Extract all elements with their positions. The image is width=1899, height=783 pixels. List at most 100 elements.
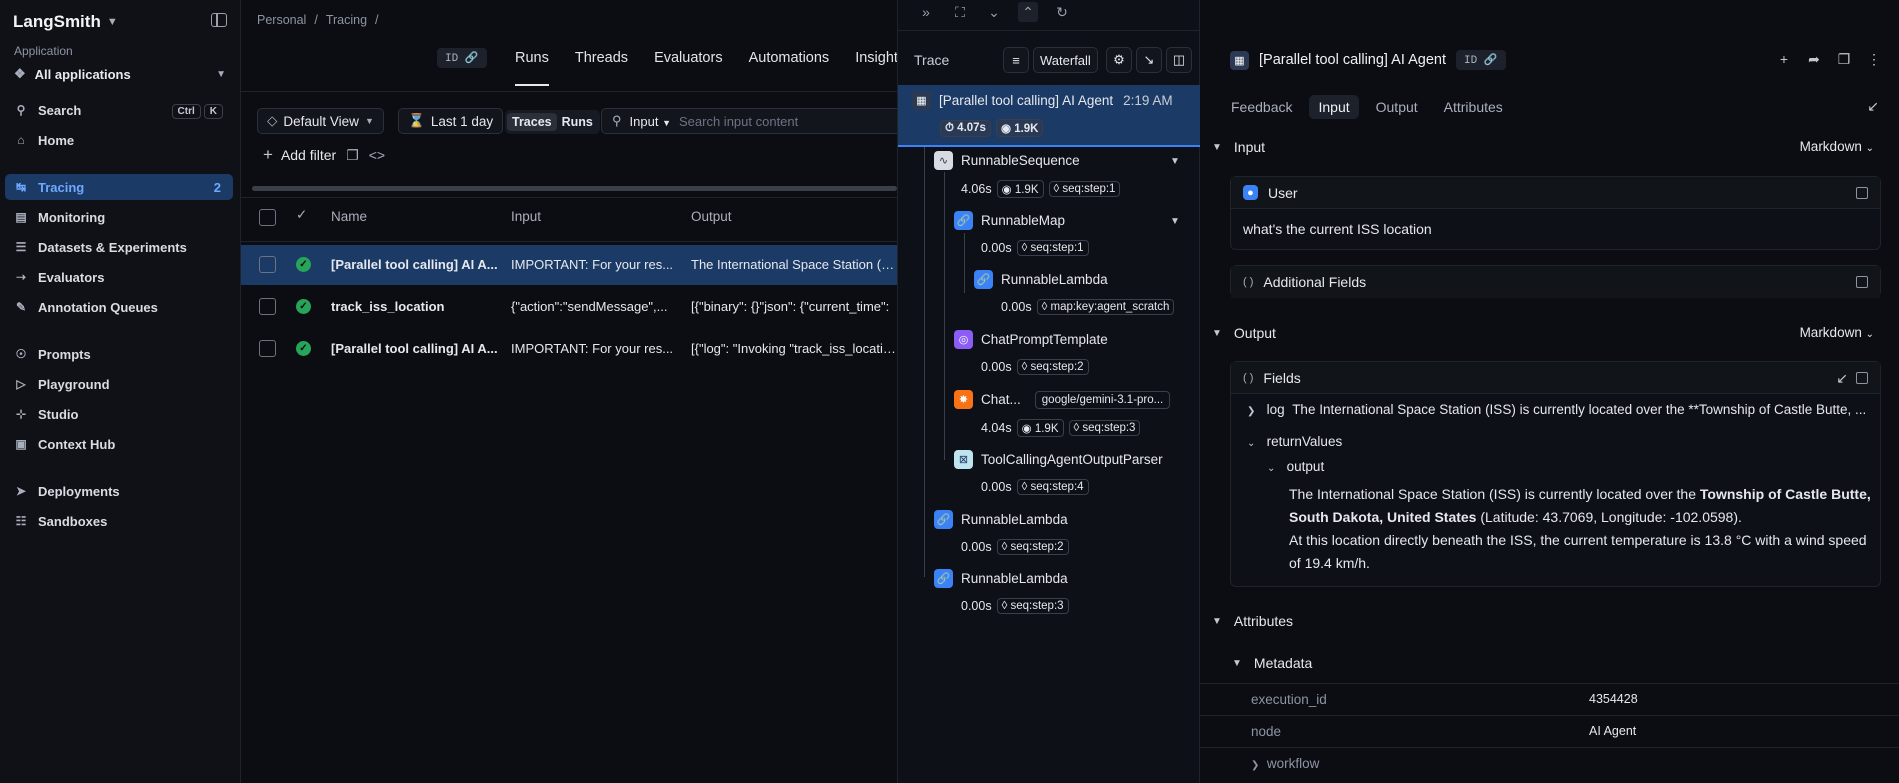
table-row[interactable]: ✓ [Parallel tool calling] AI A... IMPORT…	[241, 245, 897, 285]
chevron-up-icon[interactable]: ⌃	[1018, 2, 1038, 22]
chevron-down-icon: ⌄	[1865, 329, 1874, 340]
view-select[interactable]: ◇ Default View ▼	[257, 108, 384, 134]
panel-icon[interactable]: ◫	[1166, 47, 1192, 73]
input-section-header[interactable]: ▼ Input	[1212, 139, 1265, 155]
tree-node[interactable]: ⊠ ToolCallingAgentOutputParser	[954, 450, 1163, 469]
workflow-row[interactable]: ❯ workflow	[1251, 756, 1319, 771]
sidebar-item-annotation-queues[interactable]: ✎ Annotation Queues	[5, 294, 233, 320]
root-run[interactable]: ▦ [Parallel tool calling] AI Agent 2:19 AM…	[898, 85, 1200, 147]
tree-node[interactable]: 🔗 RunnableLambda	[934, 510, 1068, 529]
breadcrumb-personal[interactable]: Personal	[257, 13, 306, 27]
brand-menu[interactable]: LangSmith ▼	[13, 12, 118, 32]
tree-node[interactable]: 🔗 RunnableMap	[954, 211, 1065, 230]
sidebar-item-playground[interactable]: ▷ Playground	[5, 371, 233, 397]
output-section-header[interactable]: ▼ Output	[1212, 325, 1276, 341]
format-select[interactable]: Markdown ⌄	[1800, 139, 1874, 154]
breadcrumb-tracing[interactable]: Tracing	[326, 13, 367, 27]
sidebar-item-monitoring[interactable]: ▤ Monitoring	[5, 204, 233, 230]
table-row[interactable]: ✓ [Parallel tool calling] AI A... IMPORT…	[241, 329, 897, 369]
tree-node[interactable]: 🔗 RunnableLambda	[974, 270, 1108, 289]
copy-icon[interactable]	[1856, 187, 1868, 199]
sidebar-item-deployments[interactable]: ➤ Deployments	[5, 478, 233, 504]
tab-input[interactable]: Input	[1309, 95, 1359, 119]
sidebar-item-tracing[interactable]: ↹ Tracing 2	[5, 174, 233, 200]
copy-icon[interactable]	[1856, 276, 1868, 288]
tab-output[interactable]: Output	[1367, 95, 1427, 119]
project-id-pill[interactable]: ID 🔗	[437, 48, 487, 68]
output-field[interactable]: ⌄ output	[1267, 459, 1324, 474]
duplicate-icon[interactable]: ❐	[1833, 48, 1855, 70]
run-id-pill[interactable]: ID 🔗	[1456, 50, 1506, 70]
link-icon: 🔗	[464, 53, 479, 65]
more-icon[interactable]: ⋮	[1863, 48, 1885, 70]
tab-automations[interactable]: Automations	[749, 50, 830, 86]
metadata-header[interactable]: ▼ Metadata	[1232, 655, 1312, 671]
tree-node[interactable]: ◎ ChatPromptTemplate	[954, 330, 1108, 349]
sidebar-item-sandboxes[interactable]: ☷ Sandboxes	[5, 508, 233, 534]
additional-fields-card[interactable]: ( ) Additional Fields	[1230, 265, 1881, 298]
column-output[interactable]: Output	[691, 209, 732, 224]
attributes-section-header[interactable]: ▼ Attributes	[1212, 613, 1293, 629]
chevron-down-icon[interactable]: ▼	[1170, 216, 1180, 227]
output-card: ( ) Fields ↙ ❯ log The International Space…	[1230, 361, 1881, 587]
run-name[interactable]: track_iss_location	[331, 299, 501, 314]
toggle-runs[interactable]: Runs	[557, 113, 598, 131]
copy-icon[interactable]: ❐	[346, 147, 359, 164]
minimize-icon[interactable]: ↘	[1136, 47, 1162, 73]
chevron-down-icon[interactable]: ⌄	[984, 2, 1004, 22]
collapse-icon[interactable]: ↙	[1867, 98, 1879, 115]
table-row[interactable]: ✓ track_iss_location {"action":"sendMess…	[241, 287, 897, 327]
add-filter-button[interactable]: + Add filter	[263, 145, 336, 165]
refresh-icon[interactable]: ↻	[1052, 2, 1072, 22]
row-checkbox[interactable]	[259, 256, 276, 273]
expand-icon[interactable]: ⛶	[950, 2, 970, 22]
run-name[interactable]: [Parallel tool calling] AI A...	[331, 341, 501, 356]
chevron-down-icon: ▼	[216, 68, 226, 80]
sidebar-item-home[interactable]: ⌂ Home	[5, 127, 233, 153]
sidebar-search[interactable]: ⚲ Search Ctrl K	[5, 97, 233, 123]
tab-runs[interactable]: Runs	[515, 50, 549, 86]
sidebar-toggle-icon[interactable]	[211, 13, 227, 27]
toggle-traces[interactable]: Traces	[507, 113, 557, 131]
add-icon[interactable]: +	[1773, 48, 1795, 70]
box-icon: ▣	[15, 437, 27, 451]
code-icon[interactable]: <>	[369, 147, 385, 163]
log-value: The International Space Station (ISS) is…	[1292, 402, 1867, 417]
share-icon[interactable]: ➦	[1803, 48, 1825, 70]
search-input[interactable]: Search input content	[679, 114, 798, 129]
return-values-field[interactable]: ⌄ returnValues	[1247, 434, 1342, 449]
tab-evaluators[interactable]: Evaluators	[654, 50, 723, 86]
select-all-checkbox[interactable]	[259, 209, 276, 226]
filter-icon[interactable]: ≡	[1003, 47, 1029, 73]
sidebar-item-evaluators[interactable]: ➝ Evaluators	[5, 264, 233, 290]
column-name[interactable]: Name	[331, 209, 367, 224]
tree-node[interactable]: ∿ RunnableSequence	[934, 151, 1080, 170]
fields-label: Fields	[1263, 369, 1301, 386]
gear-icon[interactable]: ⚙	[1106, 47, 1132, 73]
collapse-panel-icon[interactable]: »	[916, 2, 936, 22]
node-latency: 0.00s	[961, 599, 992, 613]
sidebar-item-prompts[interactable]: ☉ Prompts	[5, 341, 233, 367]
row-checkbox[interactable]	[259, 298, 276, 315]
tree-node[interactable]: ✸ Chat... google/gemini-3.1-pro...	[954, 390, 1171, 409]
tab-attributes[interactable]: Attributes	[1435, 95, 1512, 119]
collapse-icon[interactable]: ↙	[1836, 370, 1848, 387]
waterfall-button[interactable]: Waterfall	[1033, 47, 1098, 73]
time-range-select[interactable]: ⌛ Last 1 day	[398, 108, 504, 134]
horizontal-scrollbar[interactable]	[252, 186, 897, 191]
app-selector[interactable]: ❖ All applications ▼	[14, 66, 226, 82]
column-input[interactable]: Input	[511, 209, 541, 224]
search-field-select[interactable]: Input ▼	[630, 114, 671, 129]
sidebar-item-context-hub[interactable]: ▣ Context Hub	[5, 431, 233, 457]
log-field[interactable]: ❯ log The International Space Station (I…	[1247, 402, 1867, 417]
tree-node[interactable]: 🔗 RunnableLambda	[934, 569, 1068, 588]
chevron-down-icon[interactable]: ▼	[1170, 156, 1180, 167]
sidebar-item-studio[interactable]: ⊹ Studio	[5, 401, 233, 427]
format-select[interactable]: Markdown ⌄	[1800, 325, 1874, 340]
row-checkbox[interactable]	[259, 340, 276, 357]
sidebar-item-datasets[interactable]: ☰ Datasets & Experiments	[5, 234, 233, 260]
tab-feedback[interactable]: Feedback	[1222, 95, 1301, 119]
run-name[interactable]: [Parallel tool calling] AI A...	[331, 257, 501, 272]
copy-icon[interactable]	[1856, 372, 1868, 384]
tab-threads[interactable]: Threads	[575, 50, 628, 86]
